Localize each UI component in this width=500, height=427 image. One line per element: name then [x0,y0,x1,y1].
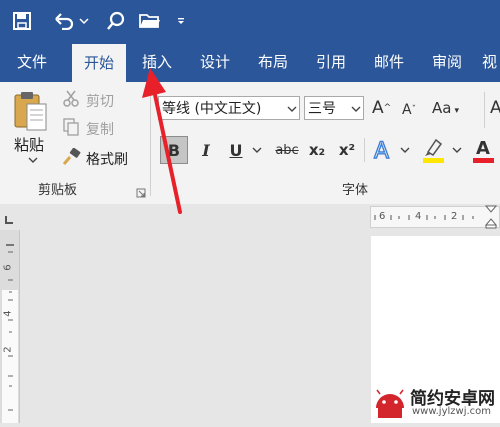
highlight-icon[interactable] [422,136,446,164]
scissors-icon [62,90,80,108]
tab-home[interactable]: 开始 [72,44,126,82]
tab-layout[interactable]: 布局 [248,42,298,82]
text-effects-icon[interactable]: A [372,138,394,164]
horizontal-ruler[interactable]: 6 4 2 [370,205,500,229]
font-size-combo[interactable]: 三号 [304,96,364,120]
tab-review[interactable]: 审阅 [422,42,472,82]
superscript-button[interactable]: x² [336,136,358,164]
change-case-button[interactable]: Aa ▾ [432,96,472,120]
highlight-dropdown-icon[interactable] [452,146,462,156]
strikethrough-button[interactable]: abc [272,136,302,164]
separator [364,138,365,162]
change-case-label: Aa [432,99,452,117]
tab-references[interactable]: 引用 [306,42,356,82]
customize-icon[interactable] [174,9,188,33]
open-folder-icon[interactable] [138,9,162,33]
copy-icon [62,118,80,136]
search-icon[interactable] [104,9,128,33]
grow-font-label: A [372,98,384,118]
paste-icon[interactable] [12,90,48,134]
chevron-down-icon [287,97,297,119]
ribbon: 粘贴 剪切 复制 格式刷 剪贴板 等线 (中文正文) 三号 A^ Aˇ Aa ▾ … [0,82,500,205]
svg-text:A: A [476,138,490,159]
text-effects-dropdown-icon[interactable] [400,146,410,156]
underline-dropdown-icon[interactable] [252,146,262,156]
watermark-logo: 简约安卓网 www.jylzwj.com [370,378,500,423]
chevron-down-icon[interactable] [77,9,91,33]
grow-font-button[interactable]: A^ [372,96,392,120]
copy-button[interactable]: 复制 [86,119,114,139]
tab-view[interactable]: 视 [482,42,500,82]
save-icon[interactable] [10,9,34,33]
font-size-value: 三号 [308,101,336,117]
tab-mailings[interactable]: 邮件 [364,42,414,82]
subscript-button[interactable]: x₂ [306,136,328,164]
format-painter-icon [62,147,82,166]
clipboard-group-label: 剪贴板 [38,183,78,198]
paste-button[interactable]: 粘贴 [14,134,44,155]
paste-dropdown-icon[interactable] [28,156,38,166]
font-color-icon[interactable]: A [472,136,496,164]
ruler-ticks [371,207,499,227]
indent-marker-icon[interactable] [484,205,498,229]
svg-text:A: A [374,139,389,162]
separator [484,92,485,128]
vertical-ruler-ticks [2,240,18,423]
chevron-down-icon [351,97,361,119]
tab-selector-icon[interactable] [2,212,16,226]
format-painter-button[interactable]: 格式刷 [86,149,128,169]
shrink-font-label: A [402,102,412,118]
font-group-label: 字体 [342,183,369,198]
underline-button[interactable]: U [224,136,248,164]
watermark-url: www.jylzwj.com [412,406,492,417]
cut-button[interactable]: 剪切 [86,91,114,111]
quick-access-toolbar [0,0,500,42]
undo-icon[interactable] [52,9,76,33]
tab-file[interactable]: 文件 [6,42,58,82]
ribbon-tabs: 文件 开始 插入 设计 布局 引用 邮件 审阅 视 [0,42,500,82]
clear-formatting-icon[interactable]: A [490,96,500,120]
red-arrow-annotation [140,64,200,224]
shrink-font-button[interactable]: Aˇ [402,98,422,122]
